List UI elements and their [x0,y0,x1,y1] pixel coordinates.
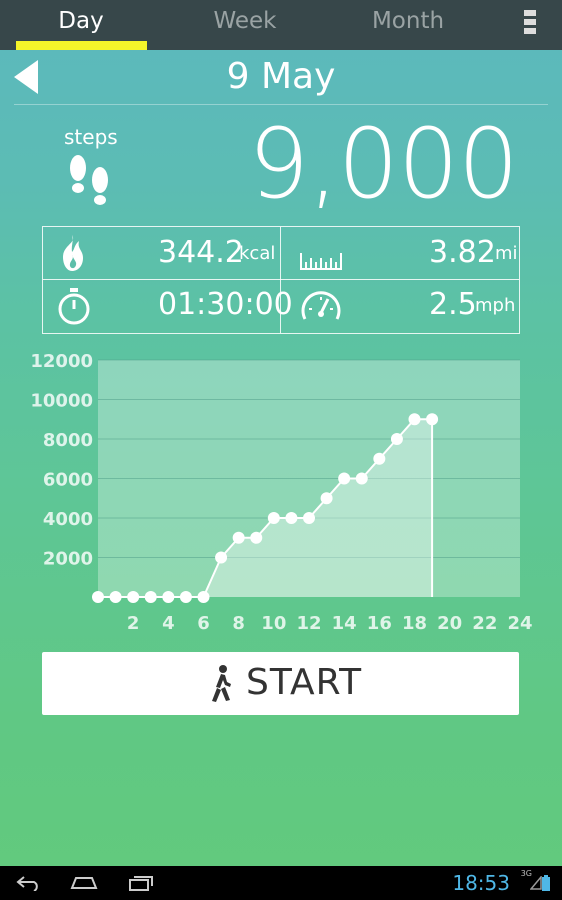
battery-icon [542,875,550,891]
x-tick-label: 12 [296,613,321,634]
x-tick-label: 22 [472,613,497,634]
data-point [127,591,140,603]
ruler-icon [300,253,342,270]
stats-grid: 344.2 kcal 3.82 mi 01:30:00 2.5 mph [42,226,520,334]
back-icon[interactable] [16,875,42,891]
data-point [179,591,192,603]
header-divider [14,104,548,105]
data-point [197,591,210,603]
tab-month[interactable]: Month [338,0,478,50]
data-point [303,512,315,524]
x-tick-label: 6 [197,613,210,634]
home-icon[interactable] [70,876,98,890]
x-tick-label: 10 [261,613,286,634]
steps-chart: 200040006000800010000120002 4 6 8 10 12 14 16 18… [30,351,532,634]
data-point [390,433,403,445]
y-tick-label: 8000 [43,430,93,451]
distance-value: 3.82 [429,235,496,270]
y-tick-label: 6000 [43,470,93,491]
x-tick-label: 24 [507,613,532,634]
data-point [320,492,333,505]
data-point [267,512,280,524]
x-tick-label: 20 [437,613,462,634]
active-tab-indicator [16,41,147,50]
data-point [232,531,245,544]
speed-value: 2.5 [429,287,477,322]
x-tick-label: 2 [127,613,140,634]
speedometer-icon [301,291,341,320]
x-tick-label: 14 [332,613,357,634]
data-point [109,591,122,603]
steps-count: 9,000 [248,108,519,220]
data-point [215,551,228,564]
footprints-icon [70,155,108,205]
data-point [408,413,421,426]
data-point [250,531,263,544]
x-tick-label: 18 [402,613,427,634]
calories-value: 344.2 [158,235,244,270]
top-tab-bar: Day Week Month [0,0,562,50]
y-tick-label: 12000 [30,351,93,372]
x-tick-label: 4 [162,613,175,634]
data-point [355,472,368,485]
overflow-menu-icon[interactable] [524,10,536,38]
status-clock: 18:53 [452,871,510,895]
duration-value: 01:30:00 [158,287,293,322]
data-point [373,452,386,465]
data-point [144,591,157,603]
stopwatch-icon [58,288,90,325]
date-title: 9 May [226,56,336,97]
data-point [162,591,175,603]
system-nav-bar: 18:53 3G [0,866,562,900]
y-tick-label: 4000 [43,509,93,530]
recent-apps-icon[interactable] [128,875,154,891]
y-tick-label: 2000 [43,549,93,570]
steps-label: steps [64,125,118,149]
distance-unit: mi [495,243,518,264]
y-tick-label: 10000 [30,391,93,412]
data-point [426,413,439,426]
flame-icon [63,235,83,271]
speed-unit: mph [475,295,516,316]
signal-icon [530,876,542,890]
data-point [338,472,351,485]
walking-person-icon [212,665,231,702]
x-tick-label: 16 [367,613,392,634]
data-point [92,591,104,603]
tab-week[interactable]: Week [175,0,315,50]
data-point [285,512,298,524]
calories-unit: kcal [239,243,276,264]
start-button[interactable]: START [42,652,519,715]
start-label: START [246,662,363,703]
x-tick-label: 8 [232,613,245,634]
